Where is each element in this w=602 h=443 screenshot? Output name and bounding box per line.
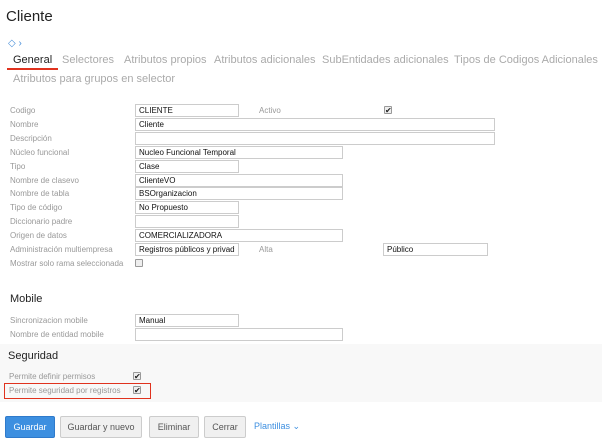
tabla-label: Nombre de tabla bbox=[10, 189, 70, 198]
save-button[interactable]: Guardar bbox=[5, 416, 55, 438]
delete-button[interactable]: Eliminar bbox=[149, 416, 199, 438]
entity-label: Nombre de entidad mobile bbox=[10, 330, 104, 339]
clasevo-input[interactable]: ClienteVO bbox=[135, 174, 343, 187]
tab-selectores[interactable]: Selectores bbox=[62, 54, 114, 66]
tab-tipos-codigos[interactable]: Tipos de Codigos Adicionales bbox=[454, 54, 598, 66]
codigo-label: Codigo bbox=[10, 106, 36, 115]
alta-label: Alta bbox=[259, 245, 273, 254]
save-new-button[interactable]: Guardar y nuevo bbox=[60, 416, 142, 438]
tab-atributos-propios[interactable]: Atributos propios bbox=[124, 54, 207, 66]
chevron-down-icon: ⌄ bbox=[292, 421, 301, 431]
permisos-checkbox[interactable]: ✔ bbox=[133, 372, 141, 381]
templates-label: Plantillas bbox=[254, 421, 291, 431]
close-button[interactable]: Cerrar bbox=[204, 416, 246, 438]
origen-label: Origen de datos bbox=[10, 231, 67, 240]
security-heading: Seguridad bbox=[8, 350, 59, 362]
nucleo-label: Núcleo funcional bbox=[10, 148, 70, 157]
tipo-codigo-input[interactable]: No Propuesto bbox=[135, 201, 239, 214]
origen-input[interactable]: COMERCIALIZADORA bbox=[135, 229, 343, 242]
mostrar-label: Mostrar solo rama seleccionada bbox=[10, 259, 124, 268]
tab-general[interactable]: General bbox=[6, 54, 59, 70]
descripcion-label: Descripción bbox=[10, 134, 52, 143]
nombre-label: Nombre bbox=[10, 120, 39, 129]
registros-checkbox[interactable]: ✔ bbox=[133, 386, 141, 395]
clasevo-label: Nombre de clasevo bbox=[10, 176, 79, 185]
mostrar-checkbox[interactable] bbox=[135, 259, 143, 267]
diccionario-label: Diccionario padre bbox=[10, 217, 73, 226]
permisos-label: Permite definir permisos bbox=[9, 372, 96, 381]
admin-label: Administración multiempresa bbox=[10, 245, 113, 254]
tipo-codigo-label: Tipo de código bbox=[10, 203, 63, 212]
sync-input[interactable]: Manual bbox=[135, 314, 239, 327]
page-title: Cliente bbox=[6, 8, 53, 25]
descripcion-input[interactable] bbox=[135, 132, 495, 145]
sync-label: Sincronizacion mobile bbox=[10, 316, 88, 325]
tipo-label: Tipo bbox=[10, 162, 26, 171]
mobile-heading: Mobile bbox=[10, 293, 43, 305]
activo-checkbox[interactable]: ✔ bbox=[384, 106, 392, 115]
tab-atributos-grupos[interactable]: Atributos para grupos en selector bbox=[13, 73, 175, 85]
diccionario-input[interactable] bbox=[135, 215, 239, 228]
entity-input[interactable] bbox=[135, 328, 343, 341]
tab-subentidades[interactable]: SubEntidades adicionales bbox=[322, 54, 449, 66]
tab-atributos-adicionales[interactable]: Atributos adicionales bbox=[214, 54, 316, 66]
activo-label: Activo bbox=[259, 106, 281, 115]
templates-dropdown[interactable]: Plantillas ⌄ bbox=[254, 421, 300, 432]
codigo-input[interactable]: CLIENTE bbox=[135, 104, 239, 117]
alta-select[interactable]: Público bbox=[383, 243, 488, 256]
admin-select[interactable]: Registros públicos y privad bbox=[135, 243, 239, 256]
tag-icon[interactable]: ◇ › bbox=[8, 38, 22, 49]
nucleo-input[interactable]: Nucleo Funcional Temporal bbox=[135, 146, 343, 159]
nombre-input[interactable]: Cliente bbox=[135, 118, 495, 131]
tipo-input[interactable]: Clase bbox=[135, 160, 239, 173]
tabla-input[interactable]: BSOrganizacion bbox=[135, 187, 343, 200]
registros-label: Permite seguridad por registros bbox=[9, 386, 121, 395]
